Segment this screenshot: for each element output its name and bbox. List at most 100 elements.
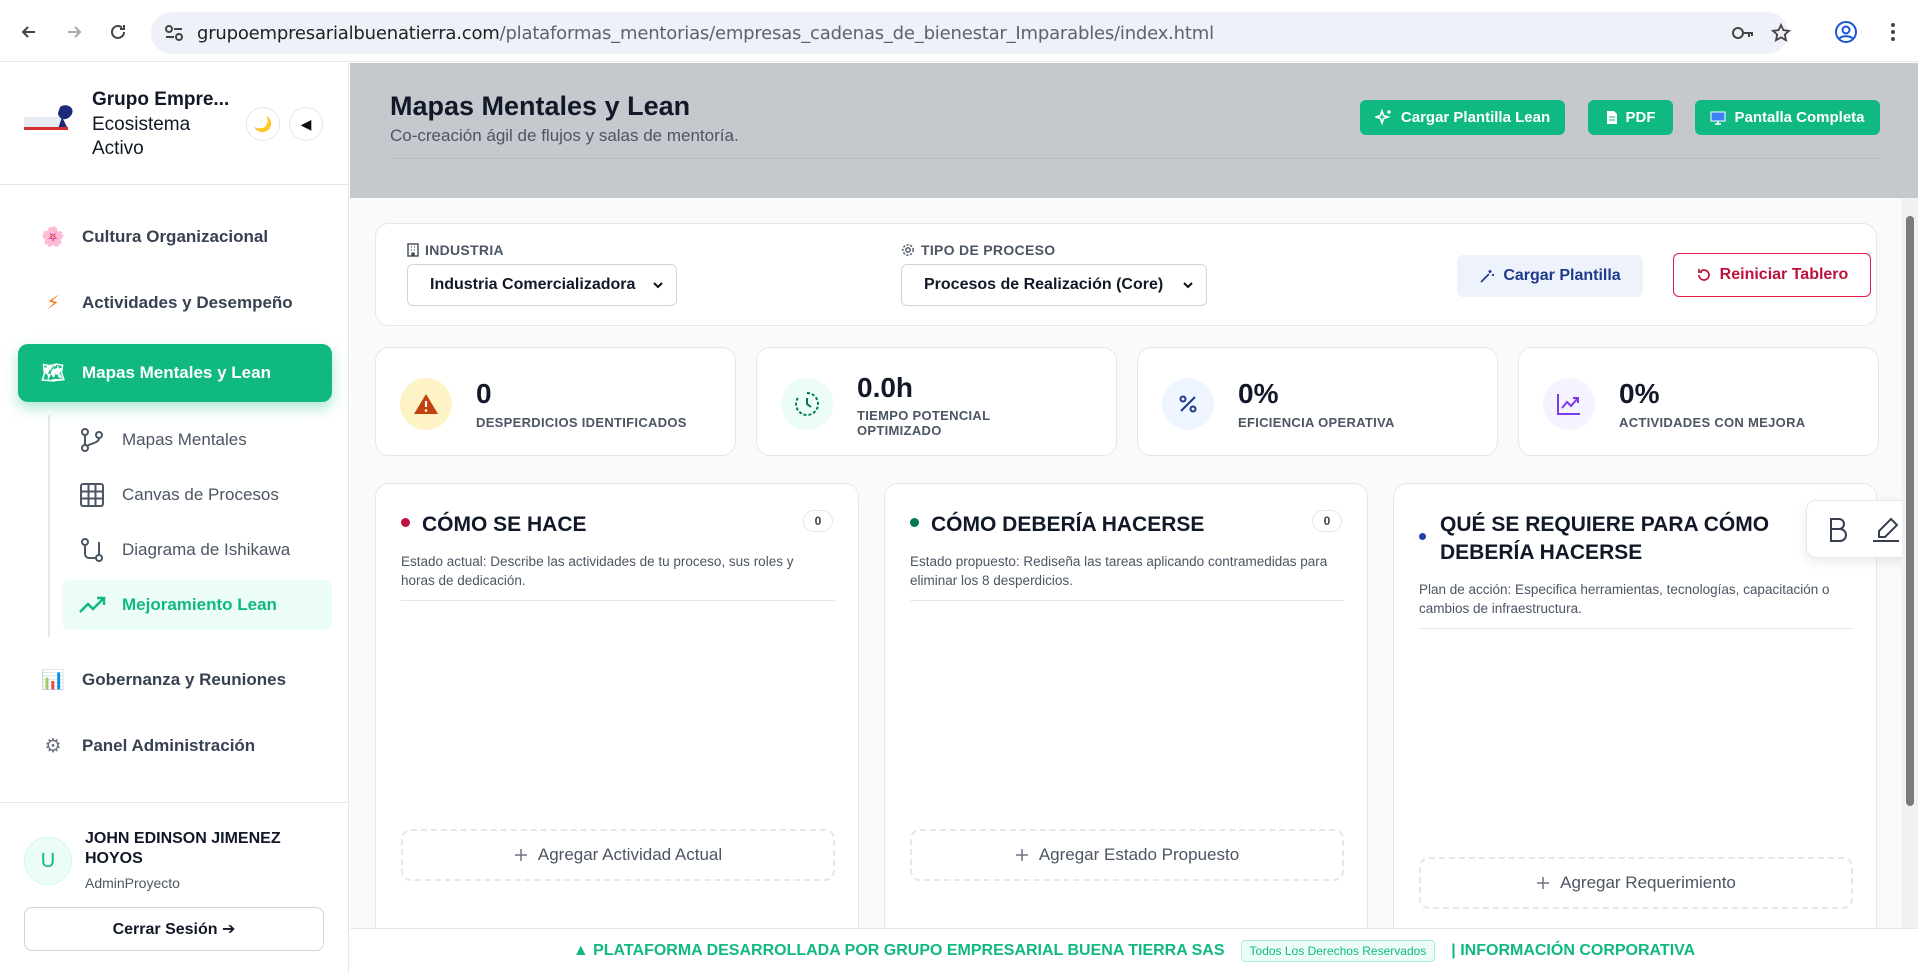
company-logo — [24, 103, 78, 139]
brand-title: Grupo Empre... — [92, 89, 230, 110]
sidebar-item-mapas[interactable]: 🗺 Mapas Mentales y Lean — [18, 344, 332, 402]
browser-toolbar: grupoempresarialbuenatierra.com/platafor… — [0, 0, 1918, 62]
sub-item-label: Canvas de Procesos — [122, 485, 279, 504]
sub-item-label: Mapas Mentales — [122, 430, 247, 449]
address-bar[interactable]: grupoempresarialbuenatierra.com/platafor… — [151, 12, 1791, 54]
bookmark-star-icon[interactable] — [1771, 23, 1791, 43]
status-dot — [401, 518, 410, 527]
sidebar-item-label: Actividades y Desempeño — [82, 293, 293, 312]
highlighter-icon[interactable] — [1871, 517, 1901, 543]
page-title: Mapas Mentales y Lean — [390, 91, 691, 121]
sidebar-item-cultura[interactable]: 🌸 Cultura Organizacional — [18, 208, 332, 266]
column-current-state: CÓMO SE HACE 0 Estado actual: Describe l… — [375, 483, 859, 928]
stat-label: TIEMPO POTENCIAL OPTIMIZADO — [857, 408, 991, 438]
column-description: Plan de acción: Especifica herramientas,… — [1419, 582, 1830, 616]
add-proposed-state-button[interactable]: Agregar Estado Propuesto — [910, 829, 1344, 881]
chevron-down-icon — [1180, 277, 1196, 293]
sub-item-label: Diagrama de Ishikawa — [122, 540, 291, 559]
sub-item-ishikawa[interactable]: Diagrama de Ishikawa — [62, 525, 332, 575]
button-label: Reiniciar Tablero — [1719, 266, 1849, 283]
column-title: CÓMO SE HACE — [422, 513, 587, 536]
warning-icon — [400, 378, 452, 430]
sidebar-item-label: Cultura Organizacional — [82, 227, 269, 246]
sidebar-item-gobernanza[interactable]: 📊 Gobernanza y Reuniones — [18, 651, 332, 709]
sidebar-item-label: Panel Administración — [82, 736, 256, 755]
stat-label: ACTIVIDADES CON MEJORA — [1619, 415, 1806, 430]
scrollbar-thumb[interactable] — [1906, 216, 1914, 806]
button-label: Cargar Plantilla Lean — [1400, 109, 1551, 126]
key-icon[interactable] — [1731, 23, 1755, 43]
reload-icon[interactable] — [105, 19, 131, 45]
process-type-label: TIPO DE PROCESO — [901, 242, 1055, 258]
document-icon — [1606, 110, 1618, 125]
filter-bar: INDUSTRIA Industria Comercializadora TIP… — [375, 223, 1877, 326]
trending-up-icon — [78, 595, 106, 615]
button-label: Agregar Estado Propuesto — [1038, 845, 1240, 864]
branch-icon — [78, 427, 106, 453]
logout-button[interactable]: Cerrar Sesión ➔ — [24, 907, 324, 951]
sidebar-brand: Grupo Empre... Ecosistema Activo 🌙 ◀ — [0, 63, 349, 185]
fullscreen-button[interactable]: Pantalla Completa — [1695, 100, 1880, 135]
load-lean-template-button[interactable]: Cargar Plantilla Lean — [1360, 100, 1565, 135]
url-text: grupoempresarialbuenatierra.com/platafor… — [197, 23, 1214, 44]
stat-card-time: 0.0h TIEMPO POTENCIAL OPTIMIZADO — [756, 347, 1117, 456]
add-requirement-button[interactable]: Agregar Requerimiento — [1419, 857, 1853, 909]
stat-value: 0.0h — [857, 372, 914, 403]
forward-icon[interactable] — [61, 19, 87, 45]
rotate-icon — [1696, 267, 1712, 283]
stat-card-efficiency: 0% EFICIENCIA OPERATIVA — [1137, 347, 1498, 456]
content-scrollbar[interactable] — [1902, 198, 1918, 928]
column-title: CÓMO DEBERÍA HACERSE — [931, 513, 1205, 536]
building-icon — [407, 243, 419, 257]
plus-icon — [514, 848, 528, 862]
column-divider — [1419, 628, 1853, 629]
stat-value: 0% — [1238, 378, 1279, 409]
column-proposed-state: CÓMO DEBERÍA HACERSE 0 Estado propuesto:… — [884, 483, 1368, 928]
page-header: Mapas Mentales y Lean Co-creación ágil d… — [350, 63, 1918, 198]
button-label: Agregar Requerimiento — [1560, 873, 1736, 892]
corporate-info-link[interactable]: | INFORMACIÓN CORPORATIVA — [1451, 942, 1695, 960]
bold-icon[interactable] — [1827, 517, 1849, 543]
percent-icon — [1162, 378, 1214, 430]
count-badge: 0 — [803, 510, 833, 532]
button-label: Agregar Actividad Actual — [537, 845, 723, 864]
brand-subtitle: Ecosistema Activo — [92, 114, 191, 159]
collapse-sidebar-button[interactable]: ◀ — [289, 107, 323, 141]
subnav-line — [48, 415, 50, 637]
column-requirements: QUÉ SE REQUIERE PARA CÓMO DEBERÍA HACERS… — [1393, 483, 1877, 928]
pdf-button[interactable]: PDF — [1588, 100, 1673, 135]
sidebar-item-admin[interactable]: ⚙ Panel Administración — [18, 717, 332, 775]
button-label: Pantalla Completa — [1734, 109, 1865, 126]
button-label: PDF — [1625, 109, 1656, 126]
industry-select[interactable]: Industria Comercializadora — [407, 264, 677, 306]
chart-line-icon — [1543, 378, 1595, 430]
add-current-activity-button[interactable]: Agregar Actividad Actual — [401, 829, 835, 881]
avatar: U — [24, 837, 72, 885]
monitor-icon — [1710, 111, 1726, 125]
column-divider — [910, 600, 1344, 601]
back-icon[interactable] — [16, 19, 42, 45]
stat-label: EFICIENCIA OPERATIVA — [1238, 415, 1395, 430]
theme-toggle-button[interactable]: 🌙 — [246, 107, 280, 141]
process-type-select[interactable]: Procesos de Realización (Core) — [901, 264, 1207, 306]
profile-icon[interactable] — [1833, 19, 1859, 45]
chevron-down-icon — [650, 277, 666, 293]
reset-board-button[interactable]: Reiniciar Tablero — [1673, 253, 1871, 297]
rights-badge: Todos Los Derechos Reservados — [1240, 940, 1436, 962]
sparkles-icon — [1374, 108, 1393, 127]
browser-menu-icon[interactable] — [1880, 19, 1906, 45]
gear-small-icon — [901, 243, 915, 257]
button-label: Cargar Plantilla — [1503, 267, 1621, 284]
sub-item-mejoramiento-lean[interactable]: Mejoramiento Lean — [62, 580, 332, 630]
sub-item-mapas-mentales[interactable]: Mapas Mentales — [62, 415, 332, 465]
site-info-icon[interactable] — [164, 24, 184, 42]
column-description: Estado actual: Describe las actividades … — [401, 554, 794, 588]
sidebar-item-label: Mapas Mentales y Lean — [82, 363, 271, 382]
user-role: AdminProyecto — [85, 875, 180, 891]
clock-history-icon — [781, 378, 833, 430]
stat-card-waste: 0 DESPERDICIOS IDENTIFICADOS — [375, 347, 736, 456]
flower-icon: 🌸 — [41, 227, 65, 248]
load-template-button[interactable]: Cargar Plantilla — [1457, 255, 1643, 297]
sub-item-canvas[interactable]: Canvas de Procesos — [62, 470, 332, 520]
sidebar-item-actividades[interactable]: ⚡ Actividades y Desempeño — [18, 274, 332, 332]
